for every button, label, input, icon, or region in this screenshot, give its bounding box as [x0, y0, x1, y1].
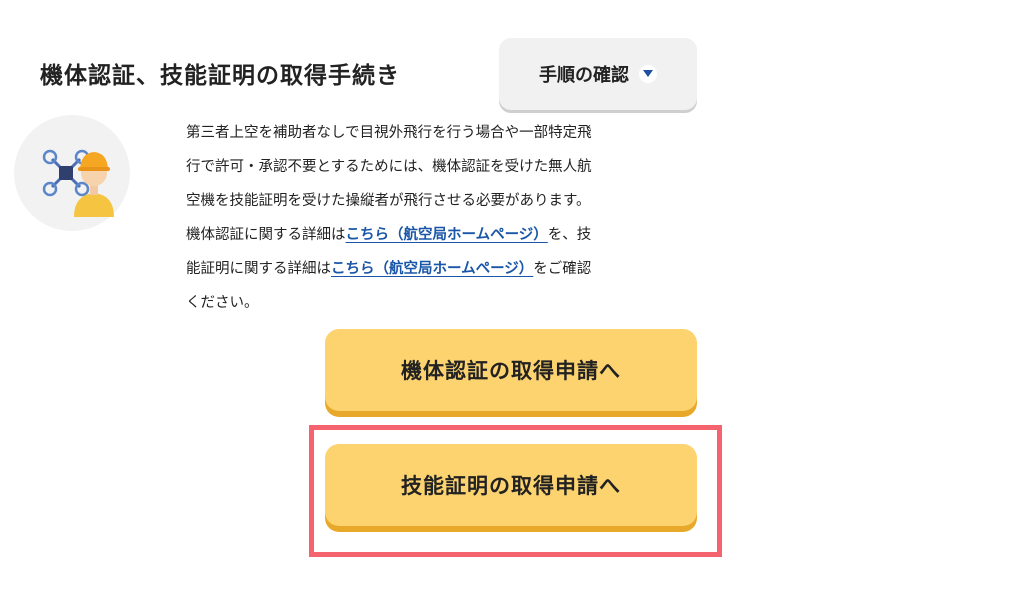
- section-title: 機体認証、技能証明の取得手続き: [40, 63, 400, 89]
- description-text: 第三者上空を補助者なしで目視外飛行を行う場合や一部特定飛 行で許可・承認不要とす…: [186, 116, 706, 320]
- description-text-segment: 能証明に関する詳細は: [186, 261, 331, 277]
- chevron-down-icon: [639, 65, 657, 83]
- airframe-details-link[interactable]: こちら（航空局ホームページ）: [346, 227, 548, 243]
- skill-certification-apply-button[interactable]: 技能証明の取得申請へ: [325, 444, 697, 526]
- description-line: 空機を技能証明を受けた操縦者が飛行させる必要があります。: [186, 193, 591, 209]
- procedure-check-button[interactable]: 手順の確認: [499, 38, 697, 110]
- procedure-check-label: 手順の確認: [539, 65, 629, 86]
- description-line: 能証明に関する詳細はこちら（航空局ホームページ）をご確認: [186, 252, 706, 286]
- description-text-segment: を、技: [547, 227, 592, 243]
- description-line: 機体認証に関する詳細はこちら（航空局ホームページ）を、技: [186, 218, 706, 252]
- drone-pilot-icon: [42, 149, 114, 217]
- skill-details-link[interactable]: こちら（航空局ホームページ）: [331, 261, 533, 277]
- description-line: 行で許可・承認不要とするためには、機体認証を受けた無人航: [186, 159, 592, 175]
- description-line: 第三者上空を補助者なしで目視外飛行を行う場合や一部特定飛: [186, 125, 592, 141]
- description-text-segment: 機体認証に関する詳細は: [186, 227, 346, 243]
- description-text-segment: をご確認: [533, 261, 592, 277]
- avatar: [14, 115, 130, 231]
- airframe-certification-apply-button[interactable]: 機体認証の取得申請へ: [325, 329, 697, 411]
- description-line: ください。: [186, 295, 259, 311]
